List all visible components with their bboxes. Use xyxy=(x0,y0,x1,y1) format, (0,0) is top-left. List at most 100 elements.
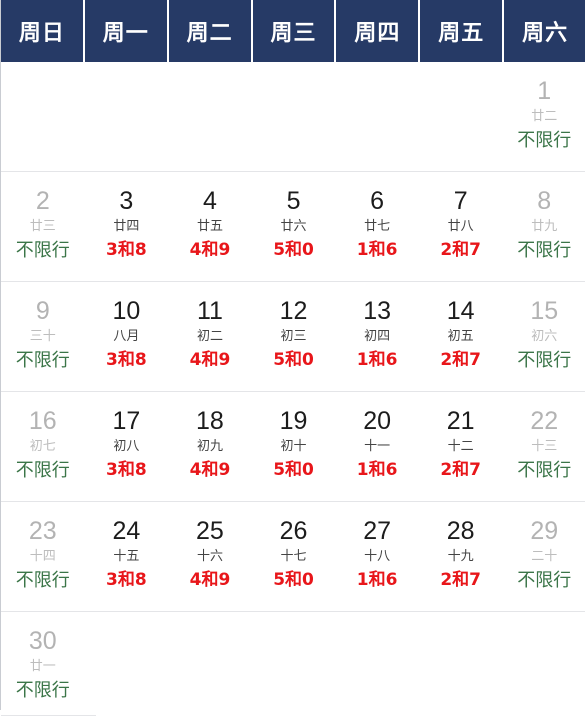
day-cell[interactable]: 30 廿一 不限行 xyxy=(1,612,85,716)
restriction-tag: 5和0 xyxy=(273,240,314,260)
weekday-header-cell-1: 周一 xyxy=(84,0,169,62)
weekday-header-row: 周日 周一 周二 周三 周四 周五 周六 xyxy=(1,0,585,62)
lunar-date-label: 十三 xyxy=(531,439,558,454)
lunar-date-label: 廿七 xyxy=(364,219,391,234)
restriction-tag: 3和8 xyxy=(106,460,147,480)
day-number: 14 xyxy=(446,297,475,325)
day-cell[interactable]: 9 三十不限行 xyxy=(1,282,85,392)
day-cell[interactable]: 24 十五 3和8 xyxy=(85,502,169,612)
restriction-tag: 4和9 xyxy=(189,460,231,480)
day-cell[interactable]: 18 初九 4和9 xyxy=(168,392,252,502)
day-cell[interactable]: 6 廿七 1和6 xyxy=(335,172,419,282)
day-cell[interactable]: 4 廿五 4和9 xyxy=(168,172,252,282)
day-cell[interactable]: 22 十三 不限行 xyxy=(502,392,585,502)
week-row: 2 廿三 不限行 3 廿四 3和8 4 廿五 4和9 5 廿六 5和0 6 廿七 1和6 7 廿八 2和7 8 廿九不… xyxy=(1,172,585,282)
restriction-tag: 3和8 xyxy=(106,350,147,370)
lunar-date-label: 初二 xyxy=(196,329,223,344)
lunar-date-label: 十四 xyxy=(29,549,56,564)
lunar-date-label: 十二 xyxy=(447,439,474,454)
day-number: 2 xyxy=(35,187,50,215)
restriction-tag: 2和7 xyxy=(440,570,482,590)
traffic-restriction-calendar: 周日 周一 周二 周三 周四 周五 周六 1 廿二 不限行 2 廿三不限行 3 廿四 3和8 4 廿五 4和9 5… xyxy=(0,0,585,716)
day-cell[interactable]: 23 十四 不限行 xyxy=(1,502,85,612)
day-cell[interactable]: 20 十一 1和6 xyxy=(335,392,419,502)
restriction-tag: 3和8 xyxy=(106,570,147,590)
day-cell[interactable]: 10 八月 3和8 xyxy=(85,282,169,392)
day-number: 11 xyxy=(196,297,223,325)
lunar-date-label: 十九 xyxy=(447,549,474,564)
lunar-date-label: 廿三 xyxy=(29,219,56,234)
day-number: 19 xyxy=(279,407,308,435)
day-number: 25 xyxy=(196,517,224,545)
calendar-weeks: 1 廿二 不限行 2 廿三 不限行 3 廿四 3和8 4 廿五 4和9 5 廿六 5和0 6 廿七 1和6 7 廿八 2… xyxy=(1,62,585,716)
lunar-date-label: 初八 xyxy=(113,439,140,454)
week-row: 23 十四 不限行 24 十五 3和8 25 十六 4和9 26 十七 5和0 27 十八 1和6 28 十九 2… xyxy=(1,502,585,612)
day-cell[interactable]: 11 初二 4和9 xyxy=(168,282,252,392)
no-restriction-tag: 不限行 xyxy=(15,240,70,261)
day-number: 18 xyxy=(196,407,224,435)
day-cell[interactable]: 13 初四 1和6 xyxy=(335,282,419,392)
day-cell[interactable]: 27 十八 1和6 xyxy=(335,502,419,612)
weekday-header-cell-6: 周六 xyxy=(504,0,585,62)
day-number: 26 xyxy=(279,517,308,545)
no-restriction-tag: 不限行 xyxy=(15,680,70,701)
restriction-tag: 1和6 xyxy=(356,350,398,370)
lunar-date-label: 十六 xyxy=(196,549,223,564)
day-number: 15 xyxy=(530,297,559,325)
day-cell[interactable]: 7 廿八 2和7 xyxy=(419,172,503,282)
restriction-tag: 1和6 xyxy=(356,570,398,590)
day-cell[interactable]: 3 廿四 3和8 xyxy=(85,172,169,282)
lunar-date-label: 初三 xyxy=(280,329,307,344)
lunar-date-label: 初七 xyxy=(29,439,56,454)
day-cell[interactable]: 12 初三 5和0 xyxy=(252,282,336,392)
no-restriction-tag: 不限行 xyxy=(15,350,70,371)
lunar-date-label: 初十 xyxy=(280,439,307,454)
day-cell[interactable]: 15 初六不限行 xyxy=(502,282,585,392)
no-restriction-tag: 不限行 xyxy=(15,570,70,591)
lunar-date-label: 十七 xyxy=(280,549,307,564)
lunar-date-label: 初九 xyxy=(196,439,223,454)
no-restriction-tag: 不限行 xyxy=(517,460,572,481)
lunar-date-label: 初六 xyxy=(531,329,558,344)
no-restriction-tag: 不限行 xyxy=(517,570,572,591)
no-restriction-tag: 不限行 xyxy=(517,350,572,371)
no-restriction-tag: 不限行 xyxy=(517,240,572,261)
day-number: 17 xyxy=(112,407,141,435)
day-cell[interactable]: 21 十二 2和7 xyxy=(419,392,503,502)
day-number: 4 xyxy=(202,187,217,215)
restriction-tag: 4和9 xyxy=(189,570,231,590)
day-number: 9 xyxy=(35,297,50,325)
restriction-tag: 4和9 xyxy=(189,350,231,370)
day-number: 20 xyxy=(363,407,391,435)
lunar-date-label: 廿五 xyxy=(196,219,223,234)
day-number: 21 xyxy=(446,407,475,435)
day-cell[interactable]: 5 廿六 5和0 xyxy=(252,172,336,282)
day-cell[interactable]: 19 初十 5和0 xyxy=(252,392,336,502)
day-cell[interactable]: 1 廿二 不限行 xyxy=(502,62,585,172)
day-cell[interactable]: 8 廿九 不限行 xyxy=(502,172,585,282)
week-row: 30 廿一 不限行 xyxy=(1,612,585,716)
day-cell[interactable]: 28 十九 2和7 xyxy=(419,502,503,612)
lunar-date-label: 十八 xyxy=(364,549,391,564)
day-cell[interactable]: 2 廿三不限行 xyxy=(1,172,85,282)
restriction-tag: 1和6 xyxy=(356,240,398,260)
restriction-tag: 2和7 xyxy=(440,240,482,260)
restriction-tag: 5和0 xyxy=(273,460,314,480)
day-cell[interactable]: 29 二十 不限行 xyxy=(502,502,585,612)
day-cell[interactable]: 16 初七 不限行 xyxy=(1,392,85,502)
lunar-date-label: 廿八 xyxy=(447,219,474,234)
day-cell[interactable]: 17 初八 3和8 xyxy=(85,392,169,502)
lunar-date-label: 三十 xyxy=(29,329,56,344)
day-number: 30 xyxy=(28,627,57,655)
day-number: 3 xyxy=(119,187,134,215)
week-row: 9 三十不限行 10 八月 3和8 11 初二 4和9 12 初三 5和0 13 初四 1和6 14 初五 2和… xyxy=(1,282,585,392)
week-row: 16 初七 不限行 17 初八 3和8 18 初九 4和9 19 初十 5和0 20 十一 1和6 21 十二 2… xyxy=(1,392,585,502)
day-cell[interactable]: 25 十六 4和9 xyxy=(168,502,252,612)
restriction-tag: 2和7 xyxy=(440,350,482,370)
day-cell[interactable]: 26 十七 5和0 xyxy=(252,502,336,612)
restriction-tag: 2和7 xyxy=(440,460,482,480)
day-number: 10 xyxy=(112,297,141,325)
day-cell[interactable]: 14 初五 2和7 xyxy=(419,282,503,392)
weekday-header-cell-5: 周五 xyxy=(420,0,505,62)
lunar-date-label: 廿六 xyxy=(280,219,307,234)
